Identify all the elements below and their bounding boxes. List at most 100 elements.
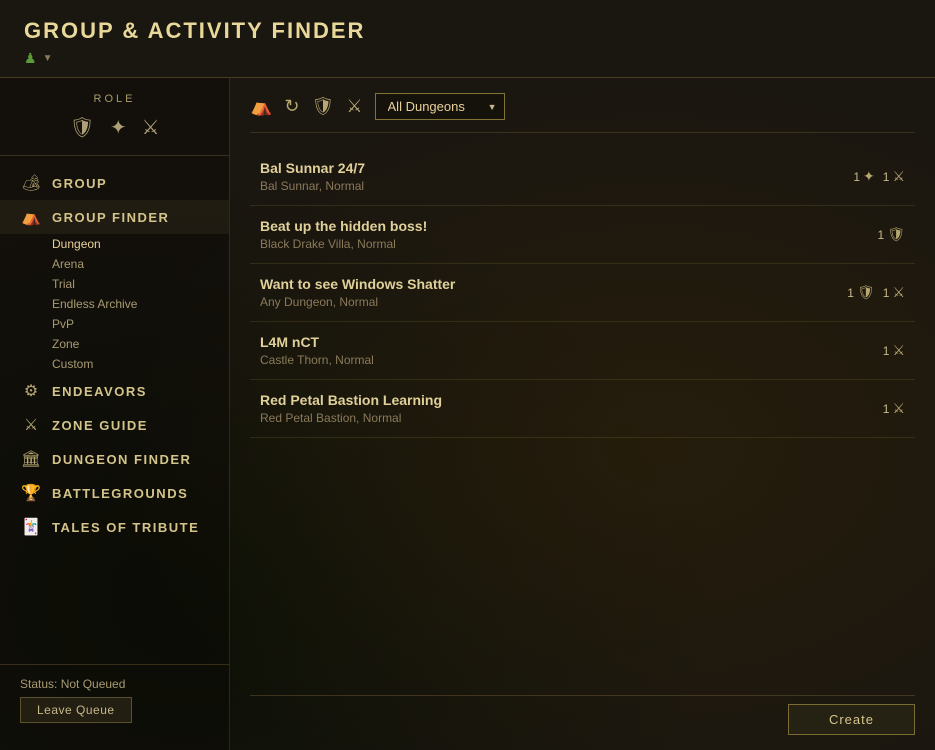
dropdown-wrapper: All Dungeons Normal Veteran Hardmode	[375, 93, 505, 120]
zone-guide-icon: ⚔	[20, 415, 42, 435]
listing-title: Bal Sunnar 24/7	[260, 160, 853, 176]
dps-slot-icon: ⚔	[892, 400, 905, 417]
listing-slots: 1 ⚔	[883, 400, 905, 417]
main-content: ROLE 🛡 ✦ ⚔ 🏕 GROUP ⛺ GROU	[0, 78, 935, 750]
filter-shield2-icon: ⚔	[346, 96, 362, 117]
slot-group: 1 ⚔	[883, 284, 905, 301]
listing-info: Want to see Windows Shatter Any Dungeon,…	[260, 276, 847, 309]
listing-item[interactable]: Red Petal Bastion Learning Red Petal Bas…	[250, 380, 915, 438]
dungeon-filter-dropdown[interactable]: All Dungeons Normal Veteran Hardmode	[375, 93, 505, 120]
chevron-down-icon: ▼	[43, 53, 53, 64]
sidebar-item-group-finder[interactable]: ⛺ GROUP FINDER	[0, 200, 229, 234]
slot-num: 1	[847, 286, 854, 300]
right-panel: ⛺ ↻ 🛡 ⚔ All Dungeons Normal Veteran Hard…	[230, 78, 935, 750]
header: GROUP & ACTIVITY FINDER ♟ ▼	[0, 0, 935, 78]
sidebar-item-group-label: GROUP	[52, 176, 107, 191]
bottom-bar: Create	[250, 695, 915, 735]
player-icon[interactable]: ♟	[24, 50, 37, 67]
sidebar-item-zone-guide[interactable]: ⚔ ZONE GUIDE	[0, 408, 229, 442]
sub-nav-custom[interactable]: Custom	[52, 354, 229, 374]
sidebar-item-battlegrounds[interactable]: 🏆 BATTLEGROUNDS	[0, 476, 229, 510]
slot-num: 1	[883, 286, 890, 300]
dps-slot-icon: ⚔	[892, 284, 905, 301]
sidebar-item-zone-guide-label: ZONE GUIDE	[52, 418, 148, 433]
status-text: Status: Not Queued	[20, 677, 209, 691]
sub-nav: Dungeon Arena Trial Endless Archive PvP …	[0, 234, 229, 374]
slot-group: 1 ✦	[853, 168, 874, 185]
listing-subtitle: Black Drake Villa, Normal	[260, 237, 878, 251]
listing-slots: 1 🛡	[878, 226, 905, 243]
slot-num: 1	[878, 228, 885, 242]
listings: Bal Sunnar 24/7 Bal Sunnar, Normal 1 ✦ 1…	[250, 148, 915, 687]
sidebar-item-tales-label: TALES OF TRIBUTE	[52, 520, 199, 535]
create-button[interactable]: Create	[788, 704, 915, 735]
sub-nav-pvp[interactable]: PvP	[52, 314, 229, 334]
role-section: ROLE 🛡 ✦ ⚔	[0, 93, 229, 156]
sidebar-item-endeavors-label: ENDEAVORS	[52, 384, 147, 399]
slot-num: 1	[883, 402, 890, 416]
dps-slot-icon: ⚔	[892, 342, 905, 359]
listing-title: Red Petal Bastion Learning	[260, 392, 883, 408]
listing-info: Red Petal Bastion Learning Red Petal Bas…	[260, 392, 883, 425]
filter-refresh-icon[interactable]: ↻	[284, 96, 299, 117]
tank-slot-icon: 🛡	[857, 284, 875, 301]
slot-group: 1 ⚔	[883, 342, 905, 359]
listing-item[interactable]: Beat up the hidden boss! Black Drake Vil…	[250, 206, 915, 264]
listing-info: L4M nCT Castle Thorn, Normal	[260, 334, 883, 367]
sidebar-item-dungeon-finder-label: DUNGEON FINDER	[52, 452, 191, 467]
filter-bar: ⛺ ↻ 🛡 ⚔ All Dungeons Normal Veteran Hard…	[250, 93, 915, 133]
listing-subtitle: Any Dungeon, Normal	[260, 295, 847, 309]
healer-role-icon[interactable]: ✦	[110, 115, 127, 140]
listing-slots: 1 ✦ 1 ⚔	[853, 168, 905, 185]
listing-title: Want to see Windows Shatter	[260, 276, 847, 292]
listing-title: Beat up the hidden boss!	[260, 218, 878, 234]
sidebar-nav: ROLE 🛡 ✦ ⚔ 🏕 GROUP ⛺ GROU	[0, 93, 229, 664]
listing-slots: 1 🛡 1 ⚔	[847, 284, 905, 301]
sidebar-item-endeavors[interactable]: ⚙ ENDEAVORS	[0, 374, 229, 408]
slot-group: 1 🛡	[878, 226, 905, 243]
role-label: ROLE	[15, 93, 214, 105]
listing-slots: 1 ⚔	[883, 342, 905, 359]
slot-num: 1	[883, 344, 890, 358]
slot-group: 1 ⚔	[883, 400, 905, 417]
endeavors-icon: ⚙	[20, 381, 42, 401]
dungeon-finder-icon: 🏛	[20, 449, 42, 469]
slot-group: 1 ⚔	[883, 168, 905, 185]
page-title: GROUP & ACTIVITY FINDER	[24, 18, 911, 44]
page-wrapper: GROUP & ACTIVITY FINDER ♟ ▼ ROLE 🛡 ✦ ⚔	[0, 0, 935, 750]
sub-nav-endless-archive[interactable]: Endless Archive	[52, 294, 229, 314]
tank-slot-icon: 🛡	[887, 226, 905, 243]
listing-info: Beat up the hidden boss! Black Drake Vil…	[260, 218, 878, 251]
filter-shield-icon: 🛡	[312, 96, 335, 117]
sidebar-item-dungeon-finder[interactable]: 🏛 DUNGEON FINDER	[0, 442, 229, 476]
listing-info: Bal Sunnar 24/7 Bal Sunnar, Normal	[260, 160, 853, 193]
group-finder-icon: ⛺	[20, 207, 42, 227]
listing-subtitle: Red Petal Bastion, Normal	[260, 411, 883, 425]
listing-title: L4M nCT	[260, 334, 883, 350]
sidebar-bottom: Status: Not Queued Leave Queue	[0, 664, 229, 735]
leave-queue-button[interactable]: Leave Queue	[20, 697, 132, 723]
sidebar-item-group[interactable]: 🏕 GROUP	[0, 166, 229, 200]
listing-item[interactable]: Bal Sunnar 24/7 Bal Sunnar, Normal 1 ✦ 1…	[250, 148, 915, 206]
listing-item[interactable]: Want to see Windows Shatter Any Dungeon,…	[250, 264, 915, 322]
battlegrounds-icon: 🏆	[20, 483, 42, 503]
slot-num: 1	[883, 170, 890, 184]
sidebar-item-tales[interactable]: 🃏 TALES OF TRIBUTE	[0, 510, 229, 544]
healer-slot-icon: ✦	[863, 168, 875, 185]
listing-subtitle: Bal Sunnar, Normal	[260, 179, 853, 193]
tales-icon: 🃏	[20, 517, 42, 537]
listing-item[interactable]: L4M nCT Castle Thorn, Normal 1 ⚔	[250, 322, 915, 380]
sidebar-item-group-finder-label: GROUP FINDER	[52, 210, 169, 225]
slot-group: 1 🛡	[847, 284, 874, 301]
sub-nav-zone[interactable]: Zone	[52, 334, 229, 354]
dps-slot-icon: ⚔	[892, 168, 905, 185]
tank-role-icon[interactable]: 🛡	[69, 115, 94, 140]
role-icons: 🛡 ✦ ⚔	[15, 115, 214, 140]
sub-nav-dungeon[interactable]: Dungeon	[52, 234, 229, 254]
sidebar: ROLE 🛡 ✦ ⚔ 🏕 GROUP ⛺ GROU	[0, 78, 230, 750]
slot-num: 1	[853, 170, 860, 184]
sub-nav-trial[interactable]: Trial	[52, 274, 229, 294]
sub-nav-arena[interactable]: Arena	[52, 254, 229, 274]
dps-role-icon[interactable]: ⚔	[142, 115, 160, 140]
header-sub: ♟ ▼	[24, 50, 911, 67]
